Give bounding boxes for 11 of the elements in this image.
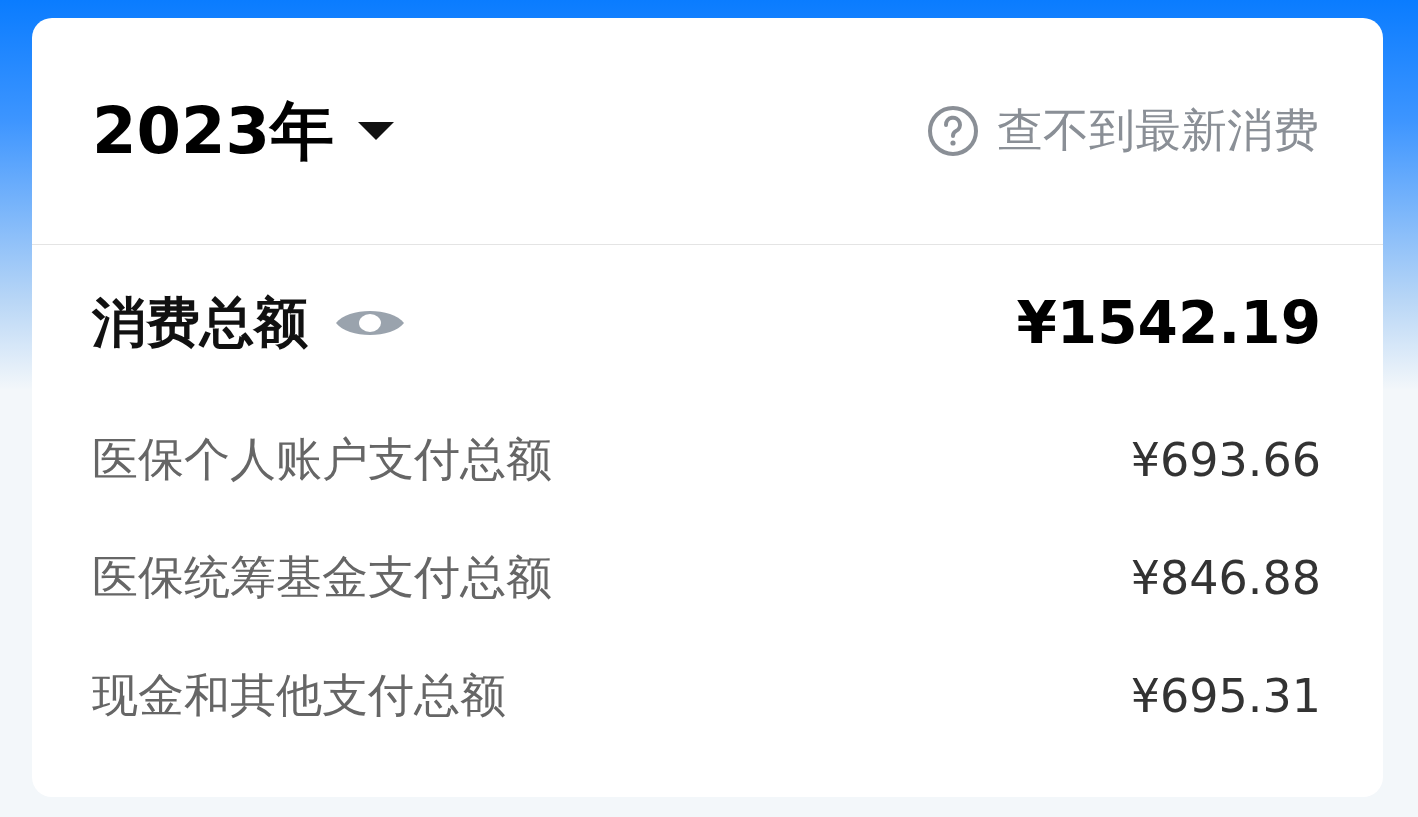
payment-amount: ¥695.31 — [1130, 669, 1321, 723]
payment-label: 医保个人账户支付总额 — [92, 431, 552, 488]
payment-label: 医保统筹基金支付总额 — [92, 549, 552, 606]
total-amount: ¥1542.19 — [1016, 289, 1321, 357]
payment-amount: ¥693.66 — [1130, 433, 1321, 487]
payment-amount: ¥846.88 — [1130, 551, 1321, 605]
caret-icon — [358, 122, 395, 140]
payment-label: 现金和其他支付总额 — [92, 667, 506, 724]
total-label: 消费总额 — [92, 289, 308, 356]
year-dropdown[interactable]: 2023年 — [92, 87, 395, 175]
help-icon — [927, 105, 979, 157]
